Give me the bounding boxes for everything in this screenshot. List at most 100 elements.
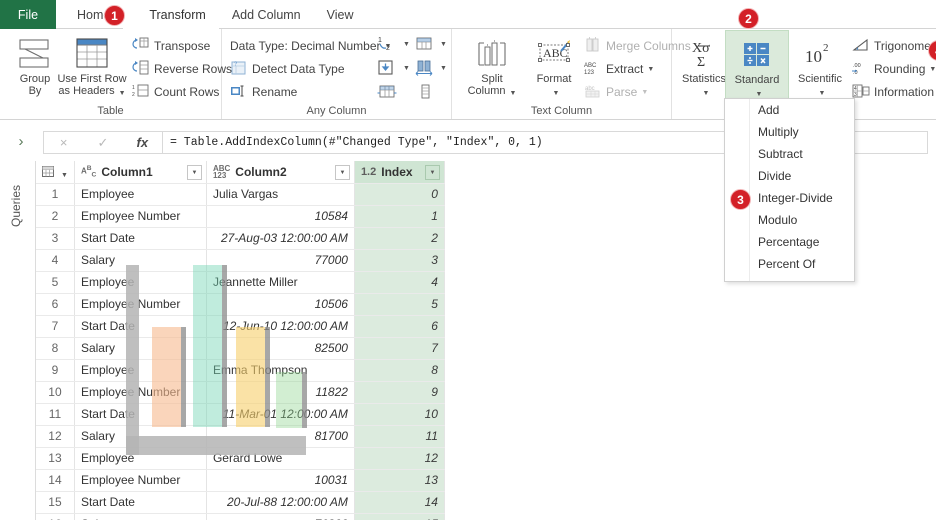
replace-values-button[interactable]: 1 2 ▼ — [377, 33, 410, 54]
table-row[interactable]: 8 Salary 82500 7 — [36, 337, 445, 360]
cell-column2[interactable]: 10584 — [206, 205, 355, 228]
cell-index[interactable]: 9 — [354, 381, 445, 404]
formula-cancel-button[interactable]: × — [44, 132, 83, 153]
cell-column1[interactable]: Employee — [74, 183, 207, 206]
cell-column1[interactable]: Salary — [74, 337, 207, 360]
cell-index[interactable]: 12 — [354, 447, 445, 470]
cell-index[interactable]: 14 — [354, 491, 445, 514]
information-button[interactable]: 4 3 Information▼ — [852, 81, 936, 102]
cell-column1[interactable]: Start Date — [74, 491, 207, 514]
table-row[interactable]: 7 Start Date 12-Jun-10 12:00:00 AM 6 — [36, 315, 445, 338]
tab-add-column[interactable]: Add Column — [219, 0, 314, 29]
table-row[interactable]: 10 Employee Number 11822 9 — [36, 381, 445, 404]
use-first-row-as-headers-button[interactable]: Use First Row as Headers ▼ — [53, 33, 131, 99]
cell-column1[interactable]: Start Date — [74, 315, 207, 338]
menu-item-subtract[interactable]: Subtract — [725, 143, 854, 165]
cell-column2[interactable]: 82500 — [206, 337, 355, 360]
row-number-cell[interactable]: 11 — [36, 403, 75, 426]
row-number-cell[interactable]: 3 — [36, 227, 75, 250]
table-row[interactable]: 1 Employee Julia Vargas 0 — [36, 183, 445, 206]
cell-column2[interactable]: 27-Aug-03 12:00:00 AM — [206, 227, 355, 250]
menu-item-multiply[interactable]: Multiply — [725, 121, 854, 143]
table-row[interactable]: 11 Start Date 11-Mar-01 12:00:00 AM 10 — [36, 403, 445, 426]
row-number-cell[interactable]: 7 — [36, 315, 75, 338]
cell-index[interactable]: 7 — [354, 337, 445, 360]
select-all-corner-button[interactable]: ▼ — [36, 161, 75, 184]
menu-item-modulo[interactable]: Modulo — [725, 209, 854, 231]
table-row[interactable]: 13 Employee Gerard Lowe 12 — [36, 447, 445, 470]
row-number-cell[interactable]: 14 — [36, 469, 75, 492]
table-row[interactable]: 5 Employee Jeannette Miller 4 — [36, 271, 445, 294]
cell-column2[interactable]: Julia Vargas — [206, 183, 355, 206]
table-row[interactable]: 3 Start Date 27-Aug-03 12:00:00 AM 2 — [36, 227, 445, 250]
row-number-cell[interactable]: 10 — [36, 381, 75, 404]
cell-column1[interactable]: Employee Number — [74, 381, 207, 404]
cell-column2[interactable]: 10506 — [206, 293, 355, 316]
column-header-index[interactable]: 1.2 Index ▼ — [354, 161, 445, 184]
cell-index[interactable]: 0 — [354, 183, 445, 206]
table-row[interactable]: 12 Salary 81700 11 — [36, 425, 445, 448]
table-row[interactable]: 2 Employee Number 10584 1 — [36, 205, 445, 228]
table-row[interactable]: 9 Employee Emma Thompson 8 — [36, 359, 445, 382]
column-header-column1[interactable]: ABC Column1 ▼ — [74, 161, 207, 184]
cell-column1[interactable]: Start Date — [74, 403, 207, 426]
column-header-column2[interactable]: ABC 123 Column2 ▼ — [206, 161, 355, 184]
detect-data-type-button[interactable]: ? Detect Data Type — [230, 58, 345, 79]
row-number-cell[interactable]: 1 — [36, 183, 75, 206]
row-number-cell[interactable]: 13 — [36, 447, 75, 470]
menu-item-add[interactable]: Add — [725, 99, 854, 121]
row-number-cell[interactable]: 15 — [36, 491, 75, 514]
format-button[interactable]: ABC Format ▼ — [522, 33, 586, 99]
column2-filter-button[interactable]: ▼ — [334, 165, 350, 180]
reverse-rows-button[interactable]: Reverse Rows — [132, 58, 232, 79]
table-row[interactable]: 4 Salary 77000 3 — [36, 249, 445, 272]
cell-column1[interactable]: Employee — [74, 359, 207, 382]
scientific-button[interactable]: 10 2 Scientific ▼ — [788, 33, 852, 99]
convert-to-list-button[interactable] — [418, 81, 440, 102]
cell-index[interactable]: 6 — [354, 315, 445, 338]
cell-index[interactable]: 2 — [354, 227, 445, 250]
fill-button[interactable]: ▼ — [377, 57, 410, 78]
row-number-cell[interactable]: 4 — [36, 249, 75, 272]
table-row[interactable]: 14 Employee Number 10031 13 — [36, 469, 445, 492]
rename-button[interactable]: Rename — [230, 81, 297, 102]
cell-index[interactable]: 11 — [354, 425, 445, 448]
cell-column1[interactable]: Employee — [74, 447, 207, 470]
cell-column2[interactable]: 20-Jul-88 12:00:00 AM — [206, 491, 355, 514]
split-column-button[interactable]: Split Column ▼ — [460, 33, 524, 99]
row-number-cell[interactable]: 6 — [36, 293, 75, 316]
rounding-button[interactable]: .00 .0 Rounding ▼ — [852, 58, 936, 79]
table-row[interactable]: 6 Employee Number 10506 5 — [36, 293, 445, 316]
trigonometry-button[interactable]: Trigonometry▼ — [852, 35, 936, 56]
cell-index[interactable]: 5 — [354, 293, 445, 316]
cell-column2[interactable]: Gerard Lowe — [206, 447, 355, 470]
index-filter-button[interactable]: ▼ — [424, 165, 440, 180]
pivot-column-button[interactable] — [377, 81, 399, 102]
cell-index[interactable]: 1 — [354, 205, 445, 228]
menu-item-percentage[interactable]: Percentage — [725, 231, 854, 253]
expand-queries-pane-button[interactable]: › — [8, 130, 34, 152]
transpose-button[interactable]: Transpose — [132, 35, 210, 56]
column1-filter-button[interactable]: ▼ — [186, 165, 202, 180]
data-type-dropdown[interactable]: Data Type: Decimal Number ▼ — [230, 35, 391, 56]
row-number-cell[interactable]: 9 — [36, 359, 75, 382]
cell-index[interactable]: 3 — [354, 249, 445, 272]
tab-file[interactable]: File — [0, 0, 56, 29]
row-number-cell[interactable]: 16 — [36, 513, 75, 520]
extract-button[interactable]: ABC 123 Extract ▼ — [584, 58, 654, 79]
cell-column1[interactable]: Employee — [74, 271, 207, 294]
cell-column1[interactable]: Salary — [74, 513, 207, 520]
cell-index[interactable]: 4 — [354, 271, 445, 294]
menu-item-percent-of[interactable]: Percent Of — [725, 253, 854, 275]
cell-column1[interactable]: Salary — [74, 425, 207, 448]
cell-column1[interactable]: Employee Number — [74, 293, 207, 316]
standard-dropdown-caret[interactable]: ▼ — [756, 91, 763, 98]
cell-column2[interactable]: 81700 — [206, 425, 355, 448]
cell-index[interactable]: 15 — [354, 513, 445, 520]
cell-column1[interactable]: Salary — [74, 249, 207, 272]
tab-transform[interactable]: Transform — [123, 0, 219, 29]
table-row[interactable]: 16Salary7680015 — [36, 513, 445, 520]
cell-column2[interactable]: 76800 — [206, 513, 355, 520]
cell-column2[interactable]: 12-Jun-10 12:00:00 AM — [206, 315, 355, 338]
queries-pane[interactable]: Queries — [0, 161, 36, 520]
